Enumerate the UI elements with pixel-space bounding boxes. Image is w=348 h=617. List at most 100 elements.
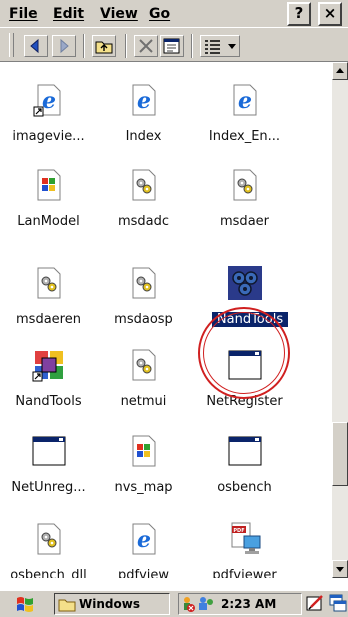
- file-label: Index_En...: [208, 129, 281, 144]
- file-label: netmui: [120, 394, 167, 409]
- file-item[interactable]: nvs_map: [96, 434, 191, 520]
- ie-shortcut-icon: e: [33, 84, 61, 117]
- taskbar-window-label: Windows: [79, 597, 140, 611]
- file-label: msdaeren: [16, 312, 81, 327]
- menu-bar: File Edit View Go ? ×: [0, 0, 348, 28]
- system-tray: 2:23 AM: [178, 593, 302, 615]
- file-item[interactable]: NandTools: [1, 348, 96, 434]
- file-label: LanModel: [17, 214, 80, 229]
- toolbar-separator: [125, 34, 127, 58]
- start-button[interactable]: [2, 593, 48, 615]
- delete-button[interactable]: [134, 35, 158, 57]
- back-button[interactable]: [24, 35, 48, 57]
- file-item[interactable]: osbench_dll: [1, 522, 96, 578]
- ie-page-icon: e: [132, 523, 156, 555]
- forward-icon: [60, 38, 69, 54]
- gear-dll-icon: [132, 169, 156, 201]
- network-status-icon: [184, 597, 213, 612]
- svg-text:e: e: [137, 88, 151, 114]
- scroll-thumb[interactable]: [332, 422, 348, 486]
- pen-icon: [306, 595, 323, 611]
- taskbar: Windows 2:23 AM: [0, 590, 348, 617]
- delete-icon: [139, 39, 153, 53]
- menu-file[interactable]: File: [9, 3, 38, 25]
- properties-icon: [163, 38, 180, 54]
- svg-text:e: e: [137, 527, 151, 553]
- file-item[interactable]: msdaosp: [96, 266, 191, 352]
- toolbar: [0, 28, 348, 62]
- forward-button[interactable]: [52, 35, 76, 57]
- view-menu-button[interactable]: [200, 35, 240, 57]
- annotation-circle: [198, 307, 290, 399]
- file-list-view[interactable]: e imagevie... e Index e Index_En... LanM…: [0, 62, 332, 578]
- toolbar-separator: [83, 34, 85, 58]
- windows-app-icon: [132, 435, 156, 467]
- back-icon: [30, 38, 39, 54]
- file-label: imagevie...: [12, 129, 85, 144]
- ie-page-icon: e: [233, 84, 257, 116]
- toolbar-separator: [191, 34, 193, 58]
- svg-text:e: e: [42, 88, 56, 114]
- scroll-up-button[interactable]: [332, 62, 348, 80]
- menu-edit[interactable]: Edit: [53, 3, 84, 25]
- menu-view[interactable]: View: [100, 3, 138, 25]
- gear-dll-icon: [233, 169, 257, 201]
- status-gap: [0, 578, 348, 590]
- toolbar-grip[interactable]: [9, 33, 14, 57]
- file-label: Index: [125, 129, 162, 144]
- file-item[interactable]: NetUnreg...: [1, 434, 96, 520]
- file-item[interactable]: msdadc: [96, 168, 191, 254]
- menu-go[interactable]: Go: [149, 3, 170, 25]
- gear-dll-icon: [37, 267, 61, 299]
- close-button[interactable]: ×: [318, 2, 342, 26]
- file-item[interactable]: e Index: [96, 83, 191, 169]
- file-label: msdaosp: [114, 312, 173, 327]
- up-folder-icon: [95, 41, 113, 54]
- clock[interactable]: 2:23 AM: [221, 594, 276, 614]
- view-menu-icon: [205, 40, 236, 54]
- arrow-down-icon: [336, 567, 344, 572]
- file-item[interactable]: PDF pdfviewer: [197, 522, 292, 578]
- taskbar-window-button[interactable]: Windows: [54, 593, 170, 615]
- windows-app-icon: [37, 169, 61, 201]
- arrow-up-icon: [336, 68, 344, 73]
- window-app-icon: [228, 436, 262, 466]
- up-folder-button[interactable]: [92, 35, 116, 57]
- file-item[interactable]: e pdfview: [96, 522, 191, 578]
- file-label: nvs_map: [114, 480, 173, 495]
- file-item[interactable]: e imagevie...: [1, 83, 96, 169]
- windows-stack-icon: [329, 594, 347, 612]
- file-label: msdadc: [117, 214, 170, 229]
- pdf-app-icon: PDF: [231, 522, 261, 554]
- file-item[interactable]: msdaeren: [1, 266, 96, 352]
- file-label: NetUnreg...: [11, 480, 86, 495]
- properties-button[interactable]: [160, 35, 184, 57]
- gear-dll-icon: [132, 349, 156, 381]
- nandtools-shortcut-icon: [32, 351, 63, 382]
- gear-dll-icon: [37, 523, 61, 555]
- window-app-icon: [32, 436, 66, 466]
- file-item[interactable]: e Index_En...: [197, 83, 292, 169]
- file-label: pdfviewer: [212, 568, 277, 578]
- file-item[interactable]: netmui: [96, 348, 191, 434]
- nandtools-app-icon: [228, 266, 262, 300]
- scroll-down-button[interactable]: [332, 560, 348, 578]
- file-label: osbench_dll: [10, 568, 87, 578]
- vertical-scrollbar[interactable]: [332, 62, 348, 578]
- file-label: pdfview: [117, 568, 170, 578]
- ie-page-icon: e: [132, 84, 156, 116]
- file-item[interactable]: osbench: [197, 434, 292, 520]
- windows-flag-icon: [17, 597, 33, 612]
- file-label: osbench: [217, 480, 272, 495]
- file-label: msdaer: [220, 214, 269, 229]
- file-label: NandTools: [15, 394, 82, 409]
- svg-text:e: e: [238, 88, 252, 114]
- help-button[interactable]: ?: [287, 2, 311, 26]
- svg-text:PDF: PDF: [233, 528, 244, 534]
- file-item[interactable]: msdaer: [197, 168, 292, 254]
- input-panel-button[interactable]: [305, 593, 325, 615]
- gear-dll-icon: [132, 267, 156, 299]
- file-item[interactable]: LanModel: [1, 168, 96, 254]
- desktop-button[interactable]: [328, 593, 348, 615]
- folder-icon: [58, 599, 76, 612]
